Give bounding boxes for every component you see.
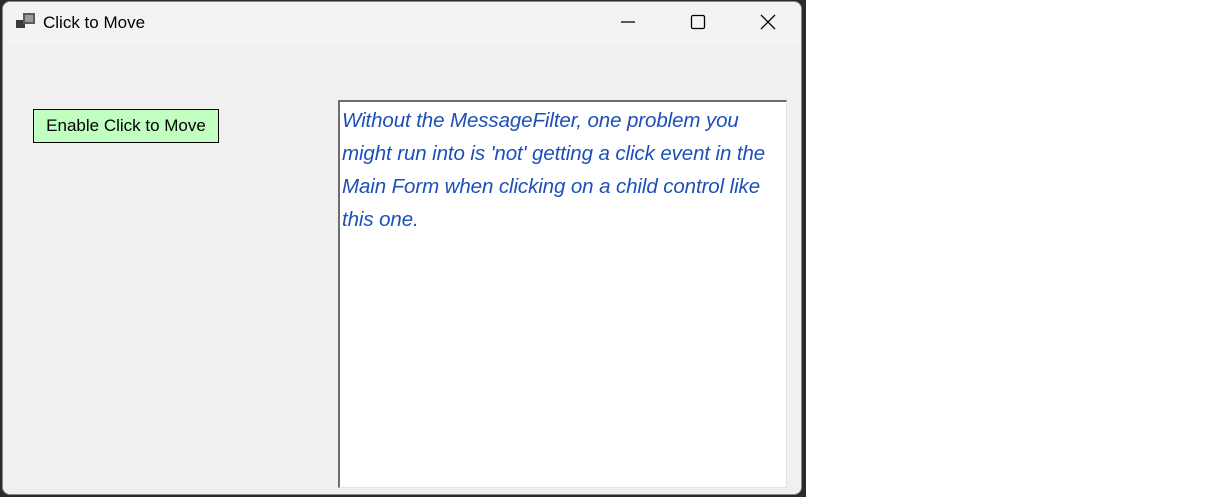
close-button[interactable] (733, 2, 801, 46)
maximize-button[interactable] (663, 2, 733, 46)
enable-click-to-move-button[interactable]: Enable Click to Move (33, 109, 219, 143)
app-window: Click to Move Enable Click to Move Witho… (2, 1, 802, 495)
minimize-icon (620, 14, 636, 35)
minimize-button[interactable] (593, 2, 663, 46)
close-icon (760, 14, 776, 35)
app-icon (16, 13, 36, 31)
message-textbox[interactable]: Without the MessageFilter, one problem y… (338, 100, 787, 488)
window-title: Click to Move (43, 13, 146, 32)
maximize-icon (690, 14, 706, 35)
title-bar[interactable]: Click to Move (3, 2, 801, 46)
client-area[interactable]: Enable Click to Move Without the Message… (3, 46, 801, 494)
